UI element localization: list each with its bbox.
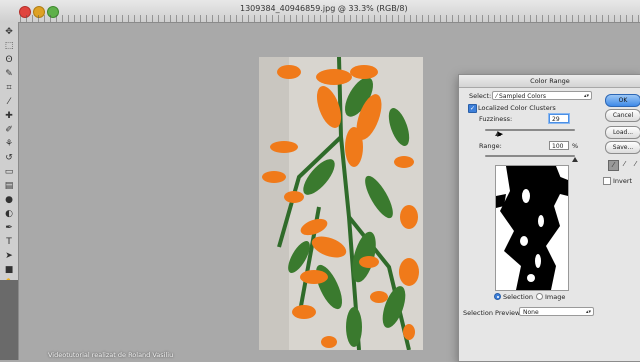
desktop-background-strip [0,280,18,360]
lasso-tool-icon[interactable]: ʘ [3,54,15,66]
type-tool-icon[interactable]: T [3,236,15,248]
range-slider[interactable] [485,155,575,157]
selection-preview-value: None [523,309,539,316]
eyedropper-subtract-icon[interactable]: ⁄ [631,160,640,169]
range-slider-thumb[interactable] [572,157,578,162]
history-brush-tool-icon[interactable]: ↺ [3,152,15,164]
eyedropper-icon: ⁄ [496,93,498,100]
selection-preview-label: Selection Preview: [463,309,523,317]
image-radio-label: Image [545,293,566,301]
gradient-tool-icon[interactable]: ▤ [3,180,15,192]
path-select-tool-icon[interactable]: ➤ [3,250,15,262]
horizontal-ruler [20,15,640,22]
range-input[interactable]: 100 [549,141,569,150]
shape-tool-icon[interactable]: ■ [3,264,15,276]
selection-preview-dropdown[interactable]: None ▴▾ [519,307,594,316]
flower-photo [259,57,423,350]
mouse-pointer-icon: ➤ [496,130,504,140]
move-tool-icon[interactable]: ✥ [3,26,15,38]
document-image[interactable] [259,57,423,350]
selection-radio[interactable] [494,293,501,300]
dodge-tool-icon[interactable]: ◐ [3,208,15,220]
dialog-title: Color Range [459,75,640,88]
save-button[interactable]: Save... [605,141,640,154]
load-button[interactable]: Load... [605,126,640,139]
fuzziness-input[interactable]: 29 [549,114,569,123]
selection-radio-label: Selection [503,293,533,301]
blur-tool-icon[interactable]: ● [3,194,15,206]
select-label: Select: [469,92,492,100]
range-unit: % [572,142,579,150]
ok-button[interactable]: OK [605,94,640,107]
crop-tool-icon[interactable]: ⌗ [3,82,15,94]
image-radio[interactable] [536,293,543,300]
title-bar: 1309384_40946859.jpg @ 33.3% (RGB/8) [0,0,640,23]
healing-tool-icon[interactable]: ✚ [3,110,15,122]
eraser-tool-icon[interactable]: ▭ [3,166,15,178]
invert-label: Invert [613,177,633,185]
brush-tool-icon[interactable]: ✐ [3,124,15,136]
selection-preview-pane[interactable] [495,165,569,291]
selection-mask-preview [496,166,568,290]
select-value: Sampled Colors [499,93,547,100]
clone-tool-icon[interactable]: ⚘ [3,138,15,150]
select-dropdown[interactable]: ⁄ Sampled Colors ▴▾ [492,91,592,100]
localized-clusters-label: Localized Color Clusters [478,104,556,112]
chevron-updown-icon: ▴▾ [585,309,591,315]
document-title: 1309384_40946859.jpg @ 33.3% (RGB/8) [240,4,408,13]
chevron-updown-icon: ▴▾ [583,93,589,99]
eyedropper-sample-icon[interactable]: ⁄ [608,160,619,171]
tutorial-watermark: Videotutorial realizat de Roland Vasiliu [48,351,174,359]
range-label: Range: [479,142,502,150]
eyedropper-tool-icon[interactable]: ⁄ [3,96,15,108]
pen-tool-icon[interactable]: ✒ [3,222,15,234]
marquee-tool-icon[interactable]: ⬚ [3,40,15,52]
cancel-button[interactable]: Cancel [605,109,640,122]
quick-select-tool-icon[interactable]: ✎ [3,68,15,80]
localized-clusters-checkbox[interactable]: ✓ [468,104,477,113]
eyedropper-add-icon[interactable]: ⁄ [620,160,629,169]
fuzziness-label: Fuzziness: [479,115,513,123]
dialog-button-column: OK Cancel Load... Save... ⁄ ⁄ ⁄ Invert [600,90,640,290]
invert-checkbox[interactable] [603,177,611,185]
